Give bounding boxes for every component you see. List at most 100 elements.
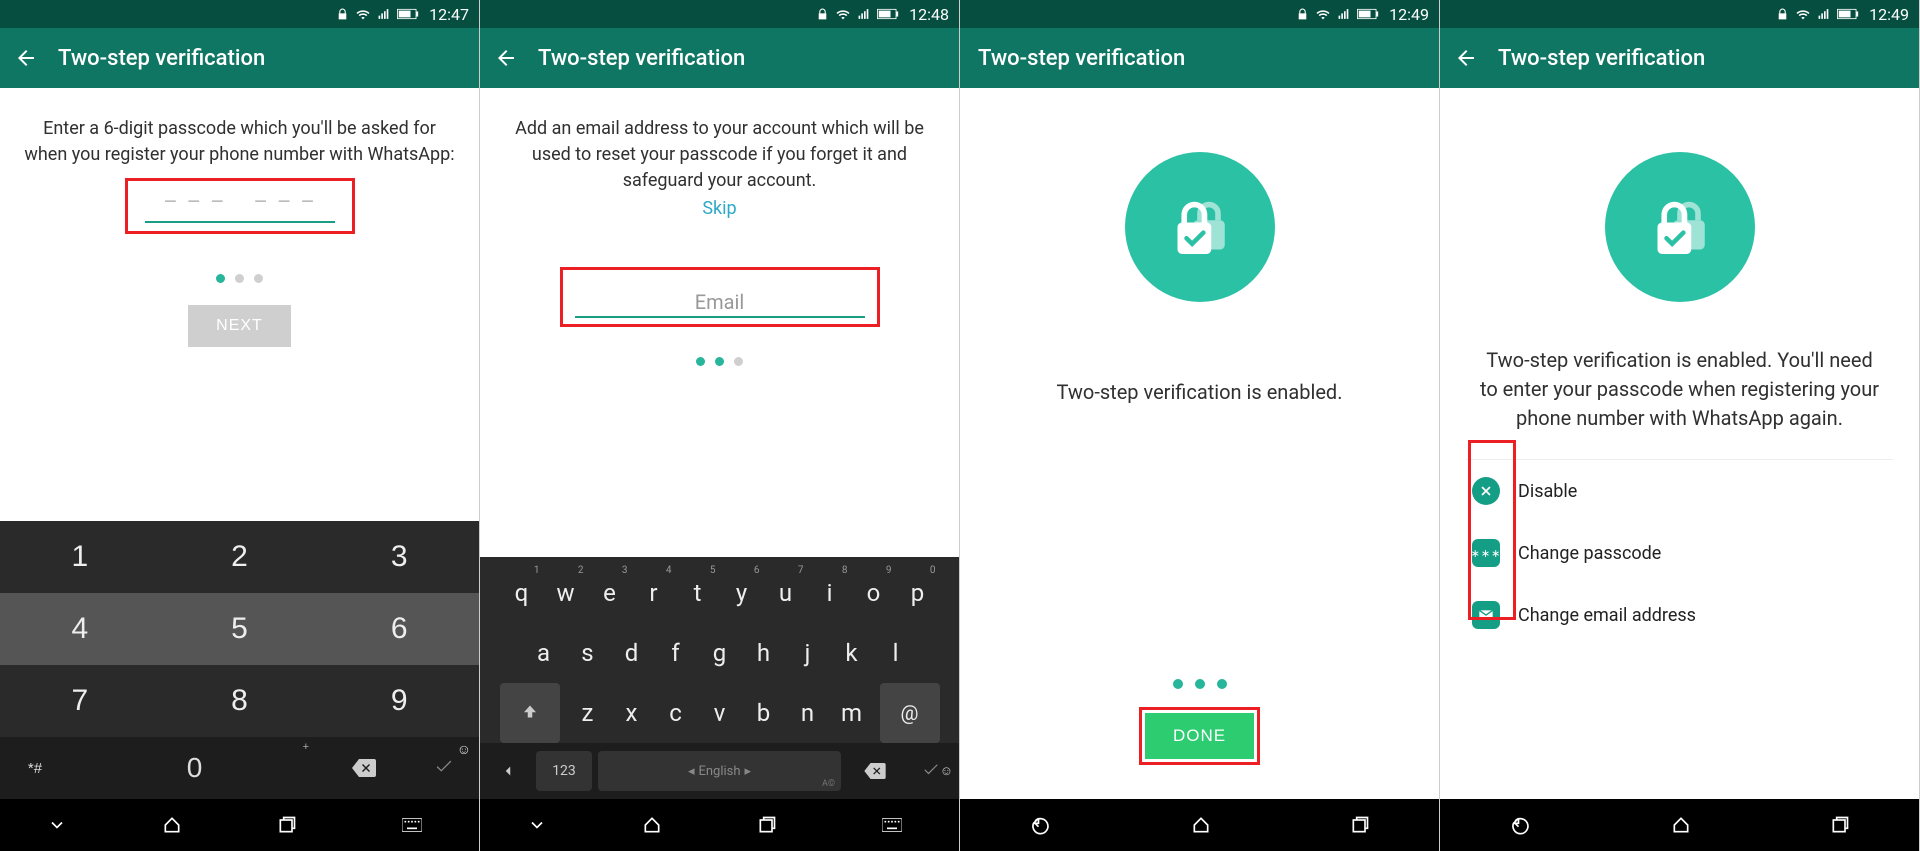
key-e[interactable]: e3 — [588, 563, 632, 623]
battery-icon — [877, 8, 899, 20]
key-s[interactable]: s — [566, 623, 610, 683]
nav-home-icon[interactable] — [642, 815, 662, 835]
key-9[interactable]: 9 — [319, 665, 479, 737]
backspace-key[interactable] — [319, 737, 409, 799]
passcode-slots: –––––– — [163, 190, 316, 215]
content-area: Two-step verification is enabled. You'll… — [1440, 88, 1919, 646]
option-label: Disable — [1518, 481, 1577, 502]
key-0[interactable]: 0+ — [70, 737, 319, 799]
key-l[interactable]: l — [874, 623, 918, 683]
nav-bar — [1440, 799, 1919, 851]
key-y[interactable]: y6 — [720, 563, 764, 623]
back-button[interactable] — [14, 46, 38, 70]
email-input[interactable]: Email — [560, 267, 880, 327]
status-bar: 12:49 — [960, 0, 1439, 28]
key-8[interactable]: 8 — [160, 665, 320, 737]
key-2[interactable]: 2 — [160, 521, 320, 593]
instruction-text: Enter a 6-digit passcode which you'll be… — [24, 116, 455, 168]
key-z[interactable]: z — [566, 683, 610, 743]
at-key[interactable]: @ — [880, 683, 940, 743]
nav-home-icon[interactable] — [1671, 815, 1691, 835]
nav-back-icon[interactable] — [1510, 815, 1532, 835]
nav-home-icon[interactable] — [1191, 815, 1211, 835]
nav-back-icon[interactable] — [1030, 815, 1052, 835]
key-o[interactable]: o9 — [852, 563, 896, 623]
key-4[interactable]: 4 — [0, 593, 160, 665]
key-7[interactable]: 7 — [0, 665, 160, 737]
nav-keyboard-icon[interactable] — [392, 818, 432, 832]
numeric-toggle[interactable]: 123 — [536, 751, 592, 791]
option-change-email[interactable]: Change email address — [1466, 584, 1893, 646]
lock-icon — [1776, 8, 1789, 21]
key-a[interactable]: a — [522, 623, 566, 683]
back-button[interactable] — [494, 46, 518, 70]
spacebar[interactable]: ◂ English ▸ A© — [598, 751, 841, 791]
key-v[interactable]: v — [698, 683, 742, 743]
screen-email: 12:48 Two-step verification Add an email… — [480, 0, 960, 851]
qwerty-keyboard: q1 w2 e3 r4 t5 y6 u7 i8 o9 p0 a s d f g … — [480, 557, 959, 799]
nav-recent-icon[interactable] — [1350, 815, 1370, 835]
key-t[interactable]: t5 — [676, 563, 720, 623]
shift-key[interactable] — [500, 683, 560, 743]
key-p[interactable]: p0 — [896, 563, 940, 623]
key-w[interactable]: w2 — [544, 563, 588, 623]
wifi-icon — [355, 8, 371, 21]
key-g[interactable]: g — [698, 623, 742, 683]
enter-key[interactable]: ☺ — [903, 761, 959, 781]
step-dots — [216, 274, 263, 283]
back-button[interactable] — [1454, 46, 1478, 70]
enter-key[interactable]: ☺ — [409, 737, 479, 799]
key-5[interactable]: 5 — [160, 593, 320, 665]
nav-recent-icon[interactable] — [1830, 815, 1850, 835]
option-disable[interactable]: Disable — [1466, 460, 1893, 522]
screen-enabled-options: 12:49 Two-step verification Two-step ver… — [1440, 0, 1920, 851]
key-b[interactable]: b — [742, 683, 786, 743]
signal-icon — [857, 8, 871, 21]
status-bar: 12:48 — [480, 0, 959, 28]
disable-icon — [1472, 477, 1500, 505]
key-k[interactable]: k — [830, 623, 874, 683]
content-area: Two-step verification is enabled. DONE — [960, 88, 1439, 799]
key-q[interactable]: q1 — [500, 563, 544, 623]
nav-bar — [480, 799, 959, 851]
option-change-passcode[interactable]: ∗∗∗ Change passcode — [1466, 522, 1893, 584]
key-n[interactable]: n — [786, 683, 830, 743]
backspace-key[interactable] — [847, 763, 903, 779]
nav-recent-icon[interactable] — [277, 815, 297, 835]
passcode-icon: ∗∗∗ — [1472, 539, 1500, 567]
key-r[interactable]: r4 — [632, 563, 676, 623]
key-m[interactable]: m — [830, 683, 874, 743]
key-h[interactable]: h — [742, 623, 786, 683]
nav-recent-icon[interactable] — [757, 815, 777, 835]
key-6[interactable]: 6 — [319, 593, 479, 665]
done-button[interactable]: DONE — [1145, 713, 1254, 759]
passcode-input[interactable]: –––––– — [125, 178, 355, 234]
skip-link[interactable]: Skip — [702, 198, 736, 219]
key-d[interactable]: d — [610, 623, 654, 683]
enabled-text: Two-step verification is enabled. — [1047, 378, 1353, 407]
step-dots — [1173, 679, 1227, 689]
key-x[interactable]: x — [610, 683, 654, 743]
nav-keyboard-icon[interactable] — [872, 818, 912, 832]
next-button[interactable]: NEXT — [188, 305, 291, 347]
key-c[interactable]: c — [654, 683, 698, 743]
email-placeholder: Email — [695, 290, 745, 314]
screen-enabled-done: 12:49 Two-step verification Two-step ver… — [960, 0, 1440, 851]
key-symbols[interactable]: *# — [0, 737, 70, 799]
content-area: Enter a 6-digit passcode which you'll be… — [0, 88, 479, 521]
nav-back-icon[interactable] — [527, 815, 547, 835]
lang-left-key[interactable] — [480, 762, 536, 780]
key-j[interactable]: j — [786, 623, 830, 683]
wifi-icon — [1795, 8, 1811, 21]
key-1[interactable]: 1 — [0, 521, 160, 593]
nav-home-icon[interactable] — [162, 815, 182, 835]
signal-icon — [377, 8, 391, 21]
success-lock-icon — [1125, 152, 1275, 302]
battery-icon — [397, 8, 419, 20]
key-3[interactable]: 3 — [319, 521, 479, 593]
key-f[interactable]: f — [654, 623, 698, 683]
key-i[interactable]: i8 — [808, 563, 852, 623]
nav-back-icon[interactable] — [47, 815, 67, 835]
email-icon — [1472, 601, 1500, 629]
key-u[interactable]: u7 — [764, 563, 808, 623]
